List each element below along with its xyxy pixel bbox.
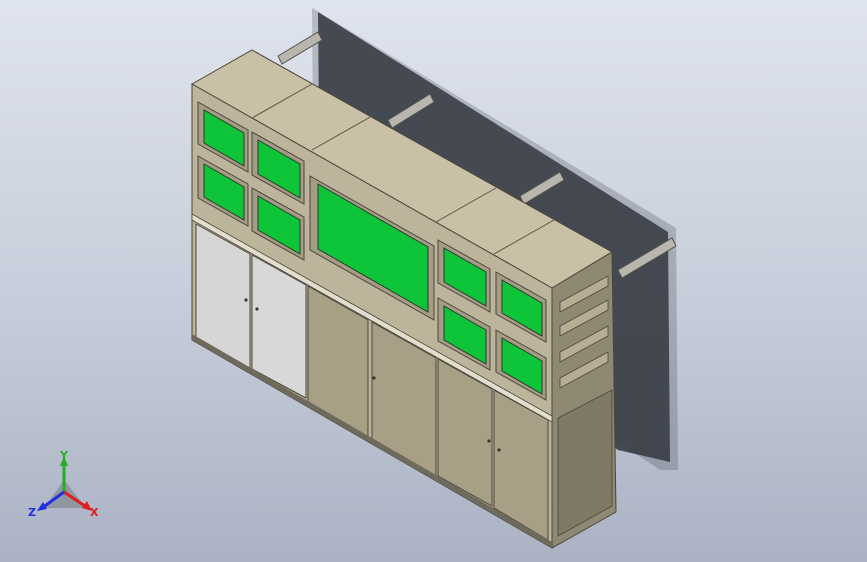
- isometric-scene[interactable]: Y X Z: [0, 0, 867, 562]
- triad-y-label: Y: [59, 449, 69, 462]
- door-handle: [255, 307, 259, 311]
- door-handle: [372, 376, 376, 380]
- door-handle: [487, 439, 491, 443]
- cad-viewport[interactable]: Y X Z: [0, 0, 867, 562]
- triad-z-arrow: [37, 502, 47, 511]
- triad-z-label: Z: [28, 506, 36, 519]
- door-handle: [497, 448, 501, 452]
- view-triad[interactable]: Y X Z: [28, 449, 99, 519]
- triad-x-label: X: [90, 506, 99, 519]
- door-handle: [244, 298, 248, 302]
